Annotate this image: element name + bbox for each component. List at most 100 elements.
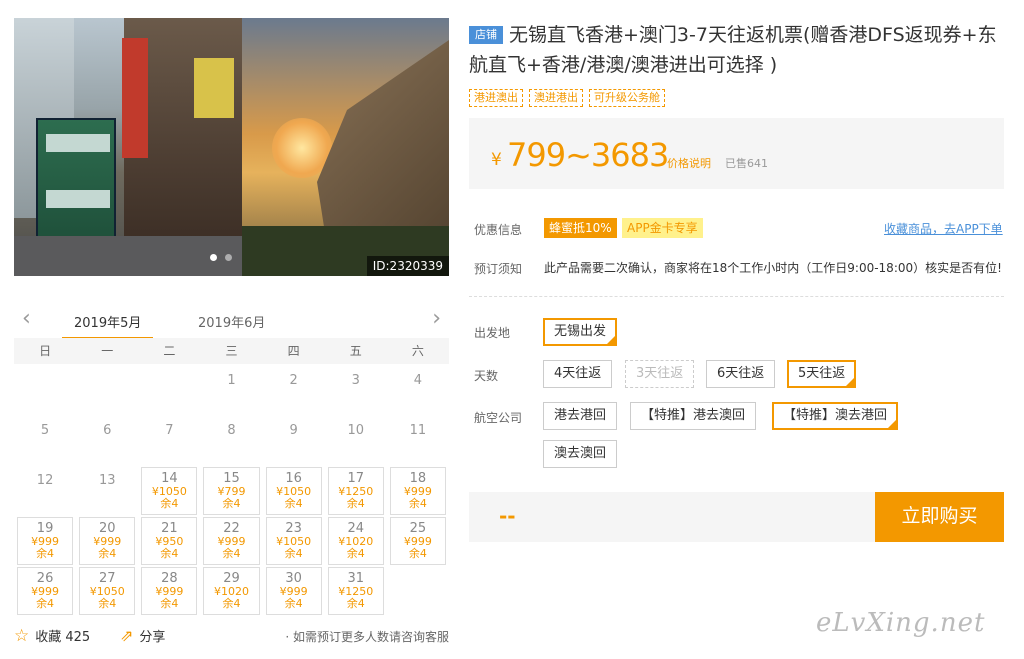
product-gallery[interactable]: ID:2320339 [14, 18, 449, 276]
day-stock: 余4 [36, 547, 55, 560]
day-number: 26 [36, 571, 54, 586]
calendar-day[interactable]: 25 ¥999 余4 [389, 517, 446, 565]
days-label: 天数 [474, 369, 499, 383]
weekday-label: 四 [287, 344, 300, 358]
price-currency: ¥ [491, 150, 502, 170]
favorite-button[interactable]: ☆ 收藏 425 [14, 626, 90, 645]
month-tab-may[interactable]: 2019年5月 [61, 312, 154, 339]
day-number: 25 [409, 521, 427, 536]
day-number: 23 [285, 521, 302, 536]
product-title-text: 无锡直飞香港+澳门3-7天往返机票(赠香港DFS返现券+东航直飞+香港/港澳/澳… [469, 24, 997, 76]
weekday-label: 五 [349, 344, 362, 358]
day-stock: 余4 [98, 547, 117, 560]
day-stock: 余4 [36, 597, 55, 610]
option-route-mo-mo[interactable]: 澳去澳回 [543, 440, 618, 468]
day-number: 1 [227, 373, 236, 388]
calendar-day: 6 [76, 416, 138, 466]
day-number: 15 [223, 471, 240, 486]
day-number: 3 [351, 373, 360, 388]
app-order-link[interactable]: 收藏商品，去APP下单 [884, 220, 1003, 237]
product-tag: 港进澳出 [469, 89, 523, 107]
calendar-day[interactable]: 31 ¥1250 余4 [327, 567, 384, 615]
calendar-day[interactable]: 30 ¥999 余4 [265, 567, 322, 615]
option-route-hk-mo[interactable]: 【特推】港去澳回 [630, 402, 757, 430]
day-stock: 余4 [160, 497, 179, 510]
promo-label: 优惠信息 [474, 223, 523, 237]
favorite-label: 收藏 425 [35, 630, 91, 645]
street-tram-photo [14, 18, 242, 276]
day-number: 13 [98, 473, 116, 488]
chevron-left-icon[interactable]: ‹ [22, 306, 31, 331]
price-description-link[interactable]: 价格说明 [667, 155, 711, 171]
sold-count: 已售641 [725, 157, 768, 170]
share-button[interactable]: ⇗ 分享 [120, 626, 165, 645]
calendar-day[interactable]: 23 ¥1050 余4 [265, 517, 322, 565]
option-departure-wuxi[interactable]: 无锡出发 [543, 318, 618, 346]
day-stock: 余4 [408, 547, 427, 560]
day-number: 14 [161, 471, 178, 486]
notice-label: 预订须知 [474, 262, 523, 276]
gallery-dot-2[interactable] [225, 254, 232, 261]
day-stock: 余4 [284, 547, 303, 560]
calendar-day[interactable]: 19 ¥999 余4 [17, 517, 74, 565]
day-stock: 余4 [160, 547, 179, 560]
calendar-day[interactable]: 24 ¥1020 余4 [327, 517, 384, 565]
shop-badge[interactable]: 店铺 [469, 26, 503, 44]
calendar-empty-cell [14, 366, 76, 416]
calendar-day[interactable]: 17 ¥1250 余4 [327, 467, 384, 515]
calendar-day[interactable]: 14 ¥1050 余4 [141, 467, 198, 515]
day-stock: 余4 [222, 597, 241, 610]
day-number: 22 [223, 521, 240, 536]
day-number: 6 [103, 423, 112, 438]
calendar-day[interactable]: 15 ¥799 余4 [203, 467, 260, 515]
calendar-day[interactable]: 28 ¥999 余4 [141, 567, 198, 615]
calendar-day[interactable]: 16 ¥1050 余4 [265, 467, 322, 515]
calendar-day[interactable]: 27 ¥1050 余4 [79, 567, 136, 615]
calendar-weekday-header: 日 一 二 三 四 五 六 [14, 338, 449, 364]
calendar-day[interactable]: 22 ¥999 余4 [203, 517, 260, 565]
option-route-mo-hk[interactable]: 【特推】澳去港回 [772, 402, 899, 430]
day-stock: 余4 [346, 547, 365, 560]
day-number: 11 [409, 423, 427, 438]
calendar-day[interactable]: 29 ¥1020 余4 [203, 567, 260, 615]
product-title: 店铺 无锡直飞香港+澳门3-7天往返机票(赠香港DFS返现券+东航直飞+香港/港澳… [469, 20, 1014, 80]
calendar-empty-cell [76, 366, 138, 416]
calendar-day: 7 [138, 416, 200, 466]
calendar-day: 5 [14, 416, 76, 466]
image-id-label: ID:2320339 [366, 256, 449, 276]
weekday-label: 二 [163, 344, 176, 358]
day-number: 29 [223, 571, 240, 586]
calendar-day[interactable]: 26 ¥999 余4 [17, 567, 74, 615]
calendar-day[interactable]: 21 ¥950 余4 [141, 517, 198, 565]
airline-label: 航空公司 [474, 411, 523, 425]
day-number: 19 [36, 521, 54, 536]
day-number: 17 [347, 471, 365, 486]
option-route-hk-hk[interactable]: 港去港回 [543, 402, 618, 430]
calendar-day: 11 [387, 416, 449, 466]
gallery-dot-1[interactable] [210, 254, 217, 261]
option-days-5[interactable]: 5天往返 [787, 360, 857, 388]
day-stock: 余4 [346, 597, 365, 610]
option-days-6[interactable]: 6天往返 [706, 360, 776, 388]
calendar-day: 9 [263, 416, 325, 466]
day-number: 21 [161, 521, 178, 536]
gallery-pagination[interactable] [210, 254, 232, 261]
calendar-day[interactable]: 20 ¥999 余4 [79, 517, 136, 565]
calendar-nav: ‹ 2019年5月 2019年6月 › [14, 300, 449, 340]
calendar-grid: 1 2 3 4 5 6 7 8 9 10 11 12 13 14 ¥1050 余4 15 ¥799 余4 16 ¥105… [14, 366, 449, 616]
day-number: 9 [289, 423, 298, 438]
calendar-day: 12 [14, 466, 76, 516]
weekday-label: 三 [225, 344, 238, 358]
day-stock: 余4 [284, 597, 303, 610]
option-days-4[interactable]: 4天往返 [543, 360, 613, 388]
calendar-empty-cell [138, 366, 200, 416]
buy-now-button[interactable]: 立即购买 [875, 492, 1004, 542]
month-tab-june[interactable]: 2019年6月 [198, 312, 265, 331]
share-icon: ⇗ [120, 625, 134, 645]
calendar-day[interactable]: 18 ¥999 余4 [389, 467, 446, 515]
departure-label: 出发地 [474, 326, 511, 340]
terminal-building-photo [242, 18, 449, 276]
chevron-right-icon[interactable]: › [432, 306, 441, 331]
booking-notice: 此产品需要二次确认，商家将在18个工作小时内（工作日9:00-18:00）核实是… [544, 261, 1002, 275]
calendar-day: 3 [325, 366, 387, 416]
